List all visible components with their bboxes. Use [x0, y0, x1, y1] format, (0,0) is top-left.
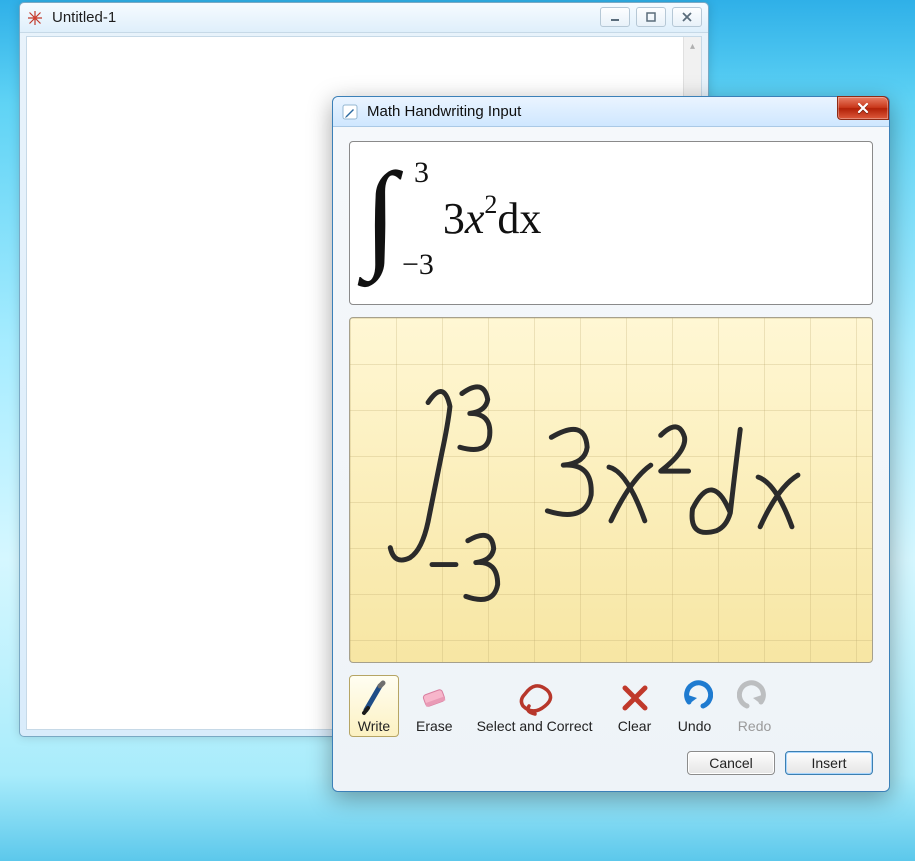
- cancel-label: Cancel: [709, 755, 753, 771]
- integrand-exponent: 2: [484, 190, 497, 219]
- scroll-up-icon[interactable]: ▴: [684, 37, 701, 55]
- write-tool[interactable]: Write: [349, 675, 399, 737]
- app-icon: [26, 9, 44, 27]
- integrand-variable: x: [465, 194, 485, 243]
- insert-button[interactable]: Insert: [785, 751, 873, 775]
- clear-tool[interactable]: Clear: [610, 675, 660, 737]
- write-label: Write: [358, 718, 390, 734]
- insert-label: Insert: [811, 755, 846, 771]
- ink-strokes: [350, 318, 872, 662]
- close-button[interactable]: [672, 7, 702, 27]
- clear-label: Clear: [618, 718, 651, 734]
- recognition-preview: ∫ 3 −3 3x2dx: [349, 141, 873, 305]
- redo-icon: [737, 680, 773, 716]
- parent-titlebar[interactable]: Untitled-1: [20, 3, 708, 33]
- integral-lower-limit: −3: [402, 248, 434, 282]
- math-titlebar[interactable]: Math Handwriting Input: [333, 97, 889, 127]
- redo-tool[interactable]: Redo: [730, 675, 780, 737]
- math-window-title: Math Handwriting Input: [367, 103, 521, 120]
- lasso-icon: [517, 680, 553, 716]
- handwriting-canvas[interactable]: [349, 317, 873, 663]
- erase-tool[interactable]: Erase: [409, 675, 460, 737]
- math-input-window: Math Handwriting Input ∫ 3 −3 3x2dx: [332, 96, 890, 792]
- select-correct-label: Select and Correct: [477, 718, 593, 734]
- integral-sign: ∫: [364, 167, 397, 263]
- undo-label: Undo: [678, 718, 711, 734]
- erase-label: Erase: [416, 718, 453, 734]
- close-button[interactable]: [837, 96, 889, 120]
- x-icon: [617, 680, 653, 716]
- cancel-button[interactable]: Cancel: [687, 751, 775, 775]
- eraser-icon: [416, 680, 452, 716]
- maximize-button[interactable]: [636, 7, 666, 27]
- stylus-icon: [341, 103, 359, 121]
- redo-label: Redo: [738, 718, 771, 734]
- dialog-action-bar: Cancel Insert: [349, 751, 873, 775]
- integrand-coefficient: 3: [443, 194, 465, 243]
- differential: dx: [497, 194, 541, 243]
- integral-upper-limit: 3: [414, 156, 429, 190]
- pen-icon: [356, 680, 392, 716]
- tool-toolbar: Write Erase Select and Correct Clear: [349, 675, 873, 737]
- minimize-button[interactable]: [600, 7, 630, 27]
- undo-tool[interactable]: Undo: [670, 675, 720, 737]
- undo-icon: [677, 680, 713, 716]
- select-correct-tool[interactable]: Select and Correct: [470, 675, 600, 737]
